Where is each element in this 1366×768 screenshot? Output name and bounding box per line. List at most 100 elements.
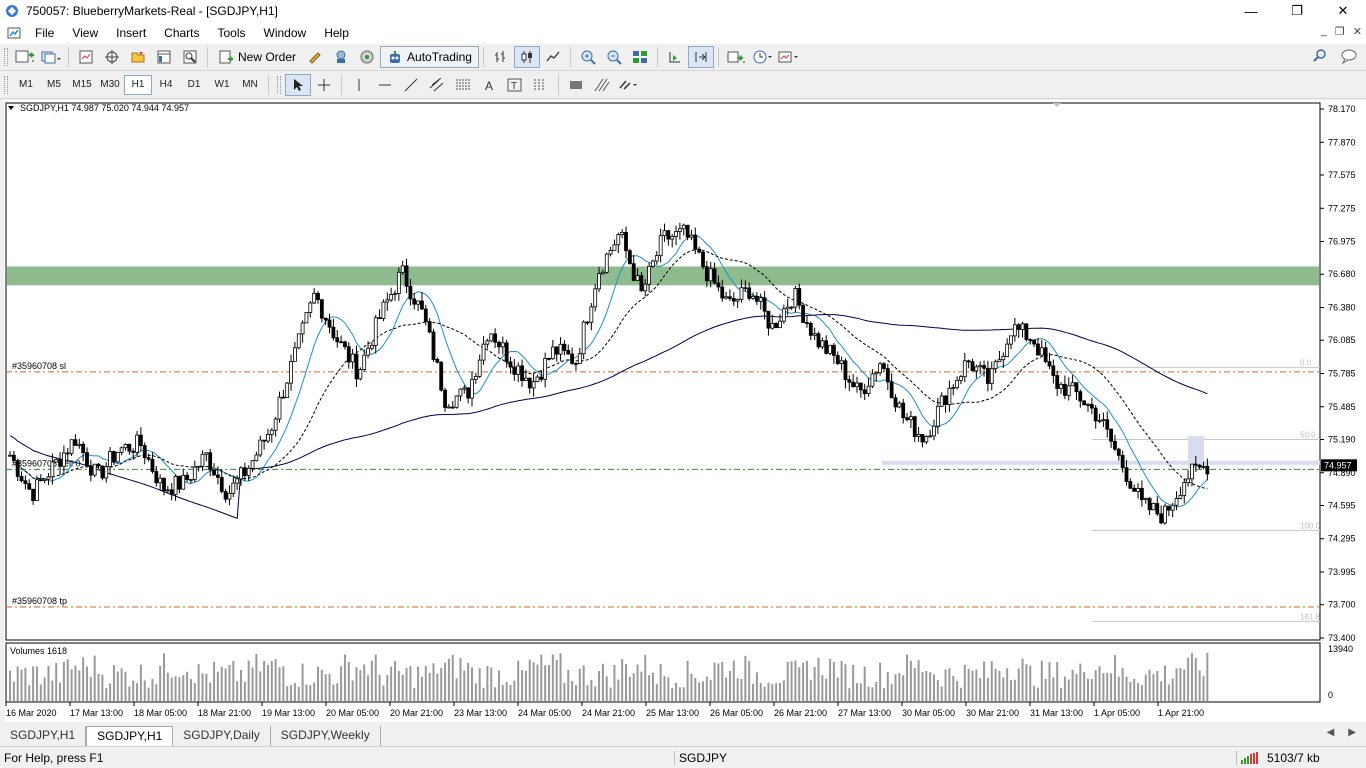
volume-bar — [205, 673, 208, 701]
price-label: 73.995 — [1328, 567, 1356, 577]
candle — [674, 231, 678, 237]
close-button[interactable]: ✕ — [1320, 0, 1366, 22]
candle — [408, 285, 413, 300]
menu-help[interactable]: Help — [315, 22, 358, 44]
price-chart[interactable]: 0.0 50.0 100.0 161.8 #35960708 sl #35960708 … — [4, 100, 1366, 722]
volume-bar — [1098, 666, 1101, 701]
terminal-icon[interactable] — [151, 46, 177, 68]
volume-bar — [802, 662, 805, 701]
tab-scroll-left-icon[interactable]: ◀ — [1327, 727, 1335, 738]
candle — [269, 429, 274, 435]
shapes-dropdown-icon[interactable] — [615, 74, 641, 96]
candle — [851, 381, 856, 388]
volume-bar — [170, 677, 173, 701]
candle — [562, 343, 567, 351]
candle — [131, 450, 136, 453]
status-symbol: SGDJPY — [674, 751, 727, 765]
market-watch-icon[interactable] — [73, 46, 99, 68]
indicators-icon[interactable] — [723, 46, 749, 68]
tab-sgdjpy-h1[interactable]: SGDJPY,H1 — [0, 726, 87, 746]
resistance-zone[interactable] — [7, 266, 1319, 286]
mdi-restore-button[interactable]: ❐ — [1335, 25, 1345, 38]
line-chart-icon[interactable] — [540, 46, 566, 68]
menu-tools[interactable]: Tools — [209, 22, 255, 44]
text-icon[interactable]: A — [476, 74, 502, 96]
new-order-button[interactable]: New Order — [212, 46, 302, 68]
timeframe-w1[interactable]: W1 — [208, 75, 236, 95]
chart-window-icon[interactable] — [6, 25, 22, 41]
menu-file[interactable]: File — [26, 22, 63, 44]
profiles-button[interactable] — [38, 46, 64, 68]
chart-shift-icon[interactable] — [662, 46, 688, 68]
menu-view[interactable]: View — [63, 22, 107, 44]
toolbar-grip[interactable] — [4, 75, 8, 94]
volume-bar — [890, 684, 893, 701]
trendline-icon[interactable] — [398, 74, 424, 96]
candle — [92, 463, 97, 476]
timeframe-h4[interactable]: H4 — [152, 75, 180, 95]
crosshair-icon[interactable] — [99, 46, 125, 68]
text-label-icon[interactable]: T — [502, 74, 528, 96]
metaeditor-icon[interactable] — [302, 46, 328, 68]
candlestick-icon[interactable] — [513, 46, 540, 68]
volume-bar — [213, 661, 216, 701]
mdi-minimize-button[interactable]: _ — [1321, 25, 1327, 38]
volume-bar — [986, 677, 989, 701]
zoom-in-icon[interactable] — [575, 46, 601, 68]
price-label: 77.275 — [1328, 203, 1356, 213]
navigator-icon[interactable] — [125, 46, 151, 68]
cursor-icon[interactable] — [285, 73, 311, 96]
menu-charts[interactable]: Charts — [155, 22, 208, 44]
timeframe-h1[interactable]: H1 — [124, 74, 152, 95]
connection-status[interactable]: 5103/7 kb — [1236, 751, 1320, 765]
crosshair-tool-icon[interactable] — [311, 74, 337, 96]
zoom-out-icon[interactable] — [601, 46, 627, 68]
volume-bar — [494, 687, 497, 701]
volume-bar — [139, 664, 142, 701]
horizontal-line-icon[interactable] — [372, 74, 398, 96]
rectangle-icon[interactable] — [563, 74, 589, 96]
autotrading-button[interactable]: AutoTrading — [380, 46, 479, 68]
tab-sgdjpy-weekly[interactable]: SGDJPY,Weekly — [271, 726, 381, 746]
chat-icon[interactable] — [1340, 48, 1358, 67]
candle — [685, 224, 690, 238]
menu-window[interactable]: Window — [255, 22, 316, 44]
candle — [1020, 323, 1025, 330]
maximize-button[interactable]: ❐ — [1274, 0, 1320, 22]
minimize-button[interactable]: — — [1228, 0, 1274, 22]
volume-bar — [944, 669, 947, 701]
mdi-close-button[interactable]: ✕ — [1353, 25, 1362, 38]
volume-bar — [232, 661, 235, 701]
menu-insert[interactable]: Insert — [107, 22, 155, 44]
search-icon[interactable] — [1312, 48, 1328, 67]
tile-windows-icon[interactable] — [627, 46, 653, 68]
toolbar-grip[interactable] — [277, 75, 281, 94]
timeframe-m30[interactable]: M30 — [96, 75, 124, 95]
candle — [947, 387, 952, 405]
timeframe-d1[interactable]: D1 — [180, 75, 208, 95]
fibonacci-icon[interactable] — [450, 74, 476, 96]
timeframe-m15[interactable]: M15 — [68, 75, 96, 95]
new-chart-button[interactable] — [12, 46, 38, 68]
tab-scroll-right-icon[interactable]: ▶ — [1348, 727, 1356, 738]
strategy-tester-icon[interactable] — [177, 46, 203, 68]
volume-bar — [779, 682, 781, 701]
equidistant-channel-icon[interactable] — [424, 74, 450, 96]
timeframe-m5[interactable]: M5 — [40, 75, 68, 95]
auto-scroll-icon[interactable] — [687, 46, 714, 68]
signals-icon[interactable] — [328, 46, 354, 68]
bar-chart-icon[interactable] — [488, 46, 514, 68]
timeframe-mn[interactable]: MN — [236, 75, 264, 95]
parallel-lines-icon[interactable] — [589, 74, 615, 96]
volume-bar — [1117, 676, 1120, 701]
arrows-icon[interactable] — [528, 74, 554, 96]
periods-icon[interactable] — [749, 46, 775, 68]
tab-sgdjpy-h1-active[interactable]: SGDJPY,H1 — [86, 726, 174, 746]
chart-window[interactable]: 0.0 50.0 100.0 161.8 #35960708 sl #35960708 … — [4, 100, 1366, 722]
toolbar-grip[interactable] — [4, 48, 8, 66]
timeframe-m1[interactable]: M1 — [12, 75, 40, 95]
market-icon[interactable] — [354, 46, 380, 68]
vertical-line-icon[interactable] — [346, 74, 372, 96]
tab-sgdjpy-daily[interactable]: SGDJPY,Daily — [173, 726, 271, 746]
templates-icon[interactable] — [775, 46, 801, 68]
